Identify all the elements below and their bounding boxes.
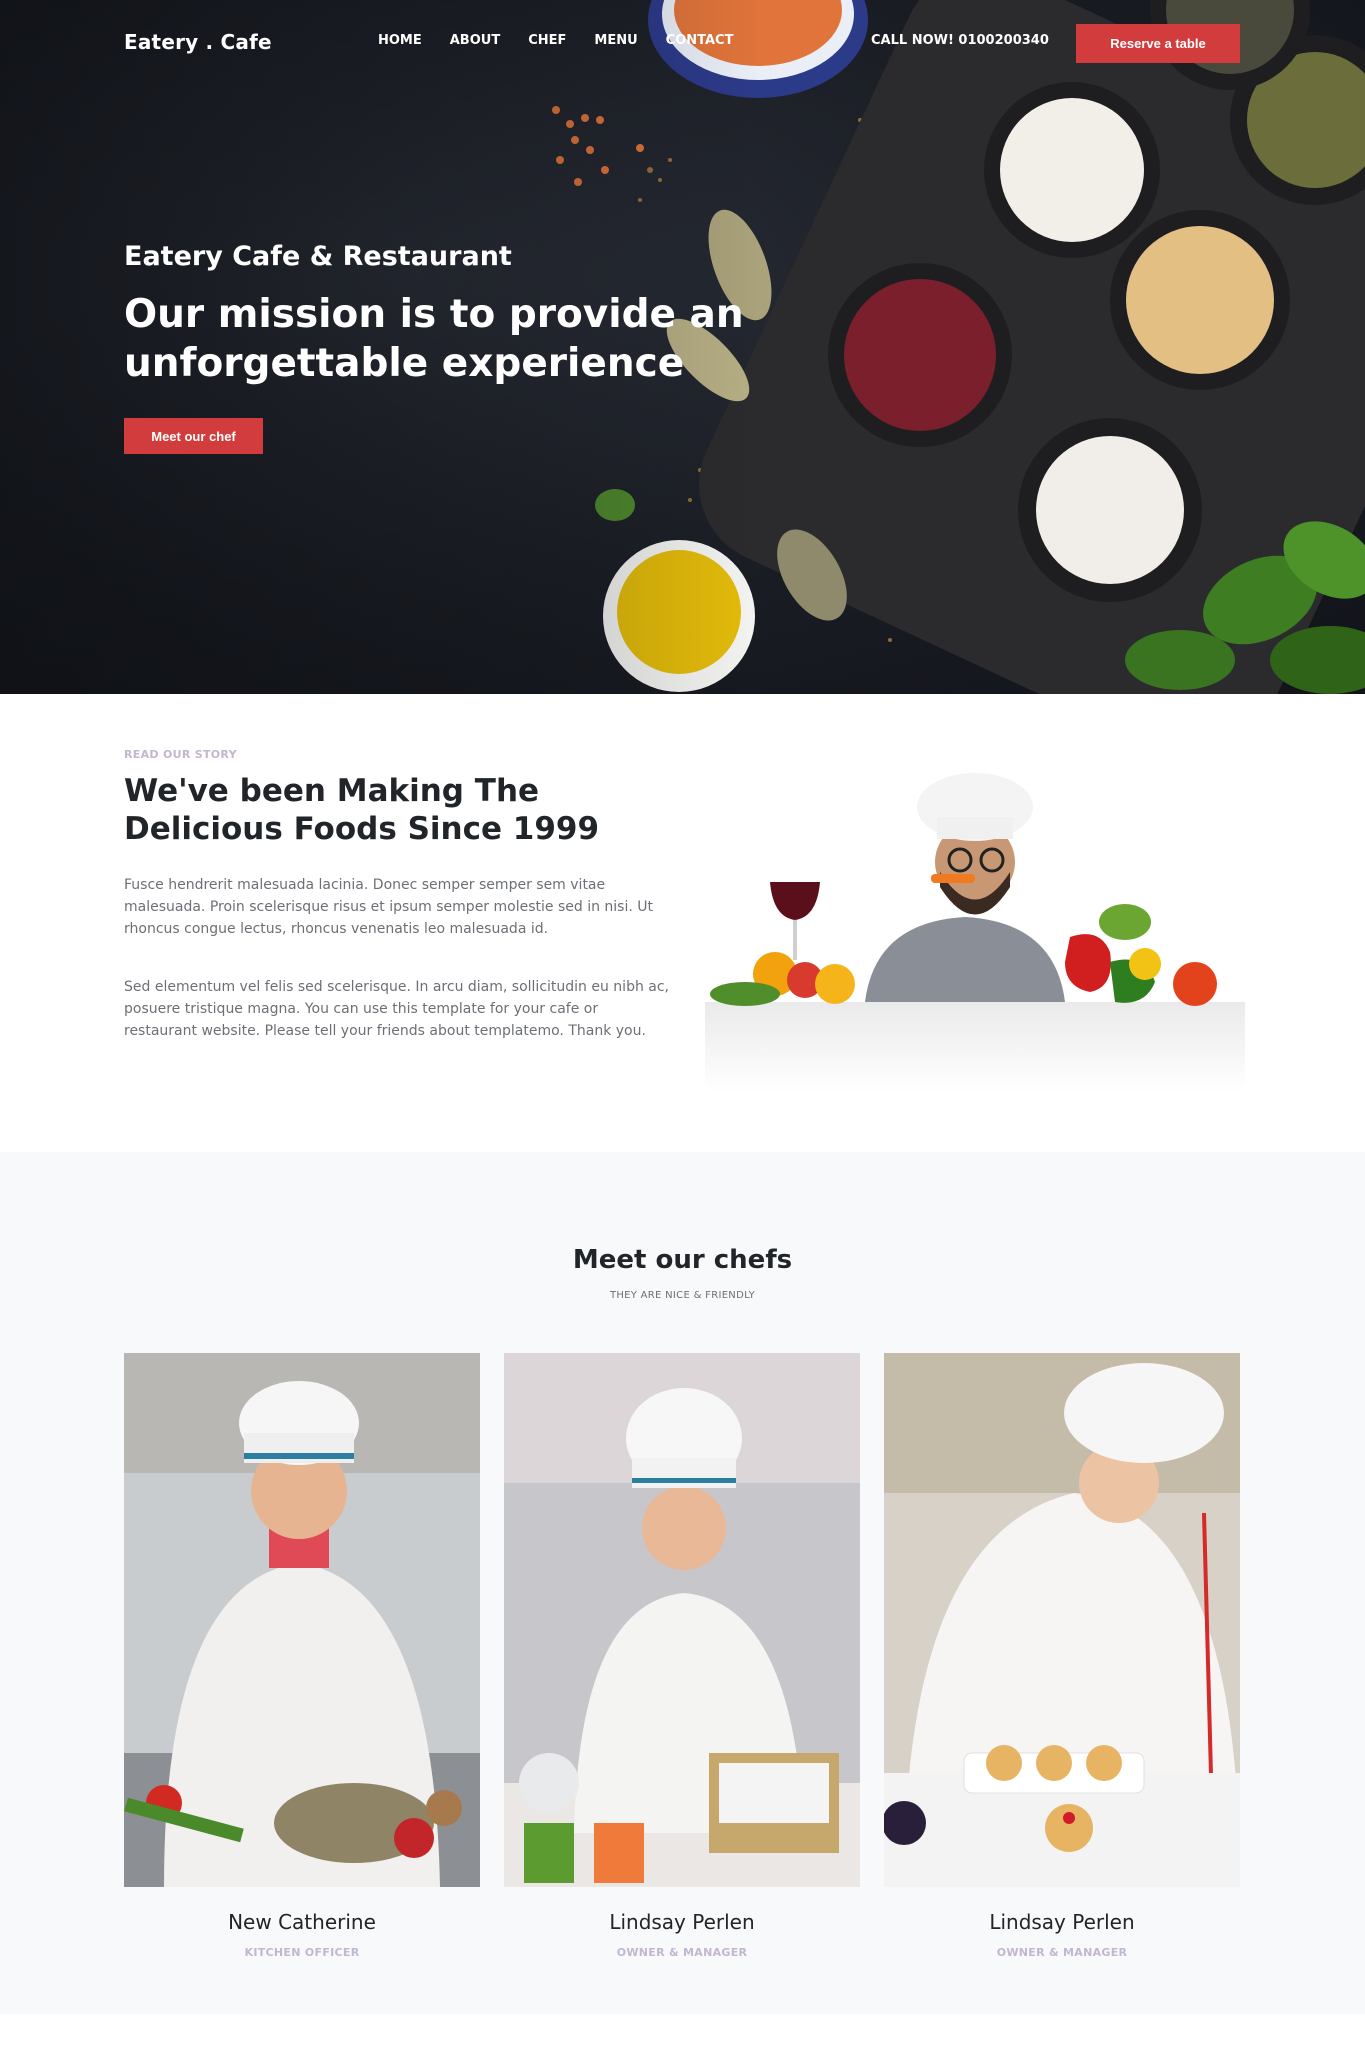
nav-link-menu[interactable]: MENU (594, 33, 637, 48)
chef-role: KITCHEN OFFICER (244, 1946, 360, 1959)
call-now-text: CALL NOW! 0100200340 (871, 33, 1049, 48)
chefs-subtitle: THEY ARE NICE & FRIENDLY (609, 1290, 756, 1301)
chef-card[interactable]: Lindsay Perlen OWNER & MANAGER (884, 1353, 1240, 1993)
chefs-title: Meet our chefs (572, 1245, 793, 1275)
chef-card[interactable]: Lindsay Perlen OWNER & MANAGER (504, 1353, 860, 1993)
footer-strip (0, 2014, 1365, 2054)
chef-name: Lindsay Perlen (609, 1910, 755, 1934)
chef-role: OWNER & MANAGER (616, 1946, 748, 1959)
story-paragraph-2: Sed elementum vel felis sed scelerisque.… (124, 979, 670, 1039)
top-navbar: Eatery . Cafe HOME ABOUT CHEF MENU CONTA… (0, 0, 1365, 86)
nav-link-home[interactable]: HOME (378, 33, 422, 48)
hero-section: Eatery . Cafe HOME ABOUT CHEF MENU CONTA… (0, 0, 1365, 694)
nav-links: HOME ABOUT CHEF MENU CONTACT (378, 33, 761, 48)
story-section: READ OUR STORY We've been Making The Del… (0, 694, 1365, 1152)
brand-logo[interactable]: Eatery . Cafe (124, 30, 272, 54)
chef-photo (504, 1353, 860, 1887)
chef-name: Lindsay Perlen (989, 1910, 1135, 1934)
chefs-section: Meet our chefs THEY ARE NICE & FRIENDLY … (0, 1152, 1365, 2014)
story-eyebrow: READ OUR STORY (124, 748, 237, 761)
nav-link-contact[interactable]: CONTACT (666, 33, 734, 48)
story-title: We've been Making The Delicious Foods Si… (124, 773, 600, 847)
reserve-table-button[interactable]: Reserve a table (1076, 24, 1240, 63)
chef-photo (124, 1353, 480, 1887)
chef-photo (884, 1353, 1240, 1887)
story-paragraph-1: Fusce hendrerit malesuada lacinia. Donec… (124, 877, 653, 937)
chef-role: OWNER & MANAGER (996, 1946, 1128, 1959)
nav-link-about[interactable]: ABOUT (450, 33, 500, 48)
hero-subtitle: Eatery Cafe & Restaurant (124, 241, 512, 272)
nav-link-chef[interactable]: CHEF (528, 33, 566, 48)
chef-with-vegetables-image (705, 773, 1245, 1092)
chef-card[interactable]: New Catherine KITCHEN OFFICER (124, 1353, 480, 1993)
hero-title: Our mission is to provide an unforgettab… (124, 292, 744, 386)
meet-our-chef-button[interactable]: Meet our chef (124, 418, 263, 454)
chef-name: New Catherine (228, 1910, 376, 1934)
